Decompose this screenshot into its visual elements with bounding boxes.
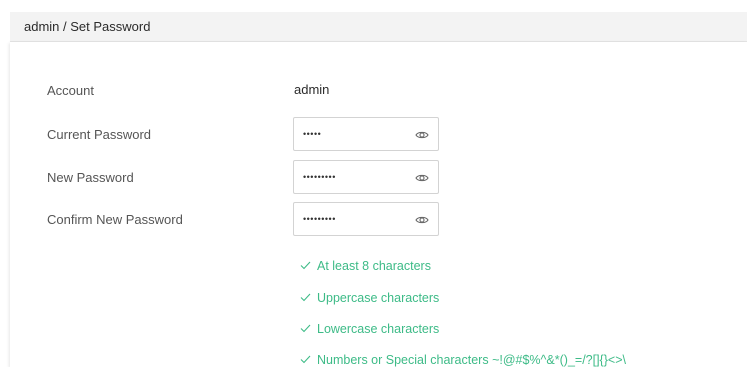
current-password-value: •••••: [303, 129, 322, 139]
requirement-item: At least 8 characters: [300, 259, 431, 273]
requirement-item: Uppercase characters: [300, 291, 439, 305]
check-icon: [300, 324, 311, 333]
header-bar: admin / Set Password: [10, 12, 747, 42]
current-password-field[interactable]: •••••: [293, 117, 439, 151]
account-label: Account: [47, 83, 94, 98]
new-password-field[interactable]: •••••••••: [293, 160, 439, 194]
eye-icon[interactable]: [415, 172, 429, 184]
requirement-text: Uppercase characters: [317, 291, 440, 305]
requirement-item: Numbers or Special characters ~!@#$%^&*(…: [300, 353, 626, 367]
confirm-password-label: Confirm New Password: [47, 212, 183, 227]
account-value: admin: [294, 82, 330, 97]
check-icon: [300, 293, 311, 302]
confirm-password-field[interactable]: •••••••••: [293, 202, 439, 236]
check-icon: [300, 261, 311, 270]
eye-icon[interactable]: [415, 214, 429, 226]
eye-icon[interactable]: [415, 129, 429, 141]
requirement-text: At least 8 characters: [317, 259, 431, 273]
requirement-text: Numbers or Special characters ~!@#$%^&*(…: [317, 353, 626, 367]
new-password-value: •••••••••: [303, 172, 336, 182]
check-icon: [300, 355, 311, 364]
confirm-password-value: •••••••••: [303, 214, 336, 224]
current-password-label: Current Password: [47, 127, 152, 142]
new-password-label: New Password: [47, 170, 134, 185]
requirement-item: Lowercase characters: [300, 322, 439, 336]
breadcrumb: admin / Set Password: [24, 19, 151, 34]
set-password-panel: Account admin Current Password ••••• New…: [10, 42, 747, 367]
requirement-text: Lowercase characters: [317, 322, 440, 336]
